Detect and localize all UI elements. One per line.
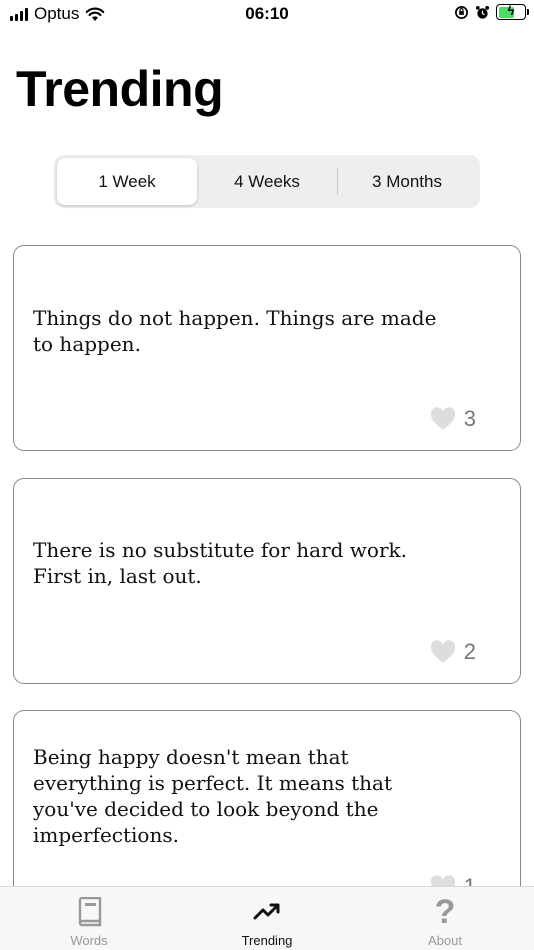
orientation-lock-icon xyxy=(455,5,468,19)
page-title: Trending xyxy=(16,61,224,117)
tab-bar: Words Trending ? About xyxy=(0,886,534,950)
segment-4-weeks[interactable]: 4 Weeks xyxy=(197,158,337,205)
like-count: 3 xyxy=(463,406,476,431)
segment-label: 3 Months xyxy=(372,171,442,191)
like-button[interactable]: 3 xyxy=(430,406,476,432)
trending-icon xyxy=(253,903,280,920)
tab-label: Trending xyxy=(241,933,293,948)
book-icon xyxy=(78,897,102,927)
quote-text: There is no substitute for hard work. Fi… xyxy=(33,538,407,588)
time-range-segmented-control: 1 Week 4 Weeks 3 Months xyxy=(54,155,480,208)
question-icon: ? xyxy=(434,893,456,931)
battery-icon: ϟ xyxy=(496,3,529,20)
tab-icon-container: ? xyxy=(435,895,456,929)
heart-icon xyxy=(430,407,455,430)
quote-text: Being happy doesn't mean that everything… xyxy=(33,745,392,847)
tab-icon-container xyxy=(76,895,102,929)
quote-card[interactable]: Things do not happen. Things are made to… xyxy=(13,245,521,451)
tab-about[interactable]: ? About xyxy=(356,887,534,950)
segment-label: 4 Weeks xyxy=(234,171,300,191)
quote-card[interactable]: Being happy doesn't mean that everything… xyxy=(13,710,521,899)
tab-words[interactable]: Words xyxy=(0,887,178,950)
quote-text: Things do not happen. Things are made to… xyxy=(33,306,437,356)
tab-label: About xyxy=(428,933,462,948)
status-right: ϟ xyxy=(454,3,529,20)
segment-label: 1 Week xyxy=(98,171,156,191)
like-count: 2 xyxy=(463,639,476,664)
quote-card[interactable]: There is no substitute for hard work. Fi… xyxy=(13,478,521,684)
tab-label: Words xyxy=(70,933,108,948)
segment-3-months[interactable]: 3 Months xyxy=(337,158,477,205)
tab-icon-container xyxy=(253,895,281,929)
like-button[interactable]: 2 xyxy=(430,639,476,665)
alarm-icon xyxy=(475,5,490,19)
status-bar: Optus 06:10 ϟ xyxy=(0,0,534,30)
segment-1-week[interactable]: 1 Week xyxy=(57,158,197,205)
heart-icon xyxy=(430,640,455,663)
tab-trending[interactable]: Trending xyxy=(178,887,356,950)
